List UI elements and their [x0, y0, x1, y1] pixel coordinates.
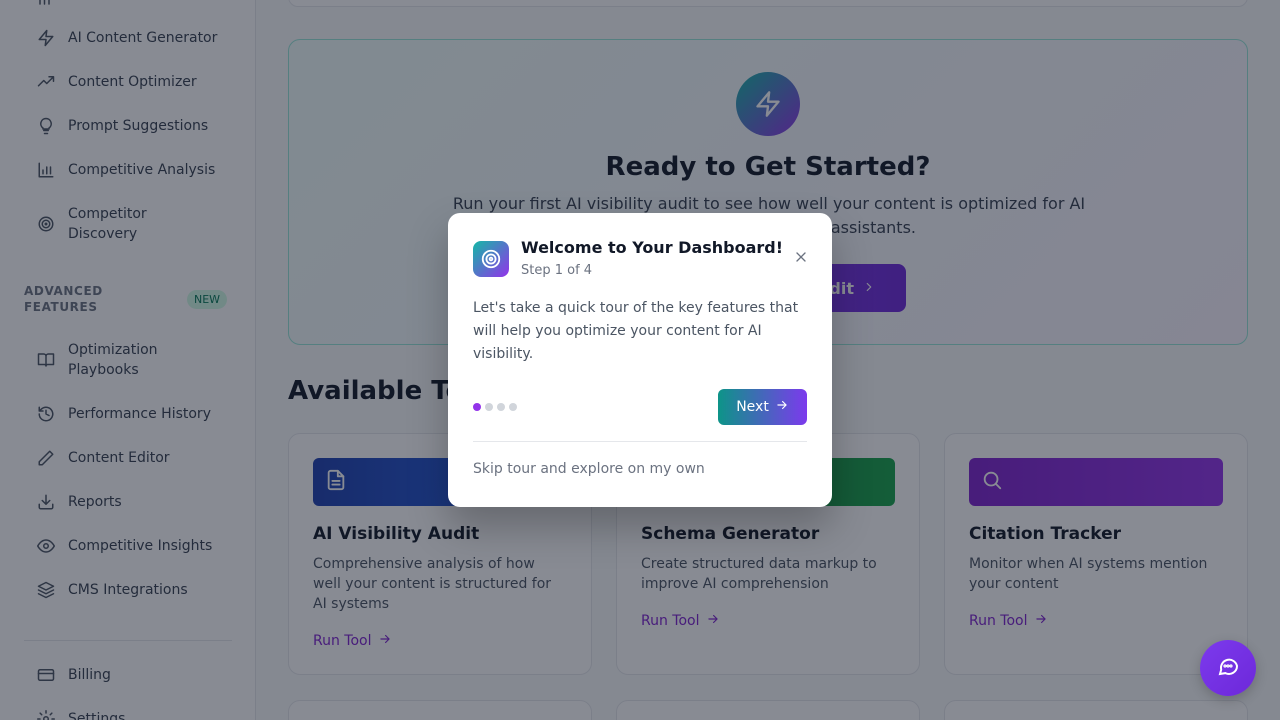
- welcome-tour-modal: Welcome to Your Dashboard! Step 1 of 4 L…: [448, 213, 832, 507]
- modal-divider: [473, 441, 807, 442]
- skip-tour-link[interactable]: Skip tour and explore on my own: [473, 461, 705, 477]
- close-icon: [793, 249, 809, 269]
- arrow-right-icon: [775, 398, 789, 416]
- next-label: Next: [736, 399, 769, 415]
- step-dot: [485, 403, 493, 411]
- close-button[interactable]: [791, 249, 811, 269]
- modal-title: Welcome to Your Dashboard!: [521, 238, 784, 257]
- target-icon: [473, 241, 509, 277]
- modal-body: Let's take a quick tour of the key featu…: [473, 300, 799, 362]
- chat-button[interactable]: [1200, 640, 1256, 696]
- step-dot-active: [473, 403, 481, 411]
- step-dot: [497, 403, 505, 411]
- chat-icon: [1216, 654, 1240, 682]
- step-dots: [473, 403, 517, 411]
- step-dot: [509, 403, 517, 411]
- next-button[interactable]: Next: [718, 389, 807, 425]
- modal-step-indicator: Step 1 of 4: [521, 263, 593, 278]
